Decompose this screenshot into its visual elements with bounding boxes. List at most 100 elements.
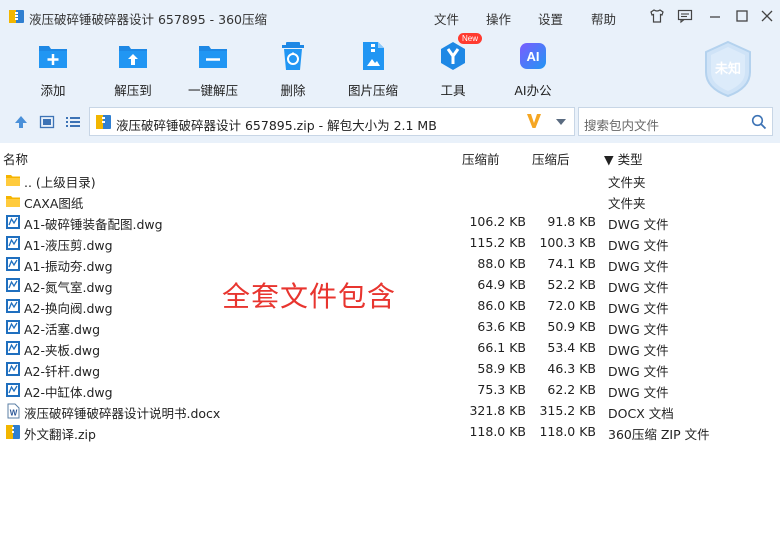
- one-click-extract-label: 一键解压: [187, 83, 238, 98]
- zip-file-icon: [96, 115, 111, 129]
- list-view-icon[interactable]: [65, 114, 81, 130]
- archive-path: 液压破碎锤破碎器设计 657895.zip - 解包大小为 2.1 MB: [116, 118, 437, 133]
- file-type: DWG 文件: [608, 343, 669, 358]
- file-compressed-size: 46.3 KB: [547, 361, 596, 376]
- security-shield-icon[interactable]: 未知: [702, 40, 754, 98]
- file-compressed-size: 52.2 KB: [547, 277, 596, 292]
- add-button[interactable]: 添加: [18, 40, 88, 100]
- file-compressed-size: 315.2 KB: [539, 403, 596, 418]
- file-name: 外文翻译.zip: [24, 427, 96, 442]
- thumbnail-view-icon[interactable]: [39, 114, 55, 130]
- file-row[interactable]: A1-液压剪.dwg 115.2 KB 100.3 KB DWG 文件: [0, 232, 780, 253]
- window-title: 液压破碎锤破碎器设计 657895 - 360压缩: [29, 12, 268, 27]
- close-icon[interactable]: [759, 8, 775, 24]
- file-row[interactable]: W 液压破碎锤破碎器设计说明书.docx 321.8 KB 315.2 KB DOCX …: [0, 400, 780, 421]
- file-type: 文件夹: [608, 175, 646, 190]
- add-label: 添加: [40, 83, 66, 98]
- dwg-file-icon: [5, 214, 21, 230]
- add-icon: [39, 46, 67, 68]
- dwg-file-icon: [5, 340, 21, 356]
- file-name: A1-液压剪.dwg: [24, 238, 113, 253]
- column-type[interactable]: ▼ 类型: [604, 149, 643, 168]
- file-row[interactable]: A2-中缸体.dwg 75.3 KB 62.2 KB DWG 文件: [0, 379, 780, 400]
- file-type: DWG 文件: [608, 301, 669, 316]
- file-type: DWG 文件: [608, 280, 669, 295]
- file-row[interactable]: A2-钎杆.dwg 58.9 KB 46.3 KB DWG 文件: [0, 358, 780, 379]
- file-row[interactable]: A2-夹板.dwg 66.1 KB 53.4 KB DWG 文件: [0, 337, 780, 358]
- file-compressed-size: 62.2 KB: [547, 382, 596, 397]
- menu-file[interactable]: 文件: [434, 9, 459, 28]
- tools-button[interactable]: New 工具: [418, 33, 488, 100]
- file-row[interactable]: .. (上级目录) 文件夹: [0, 169, 780, 190]
- file-type: 文件夹: [608, 196, 646, 211]
- ai-office-label: AI办公: [514, 83, 552, 98]
- svg-text:W: W: [10, 409, 18, 418]
- title-bar: 液压破碎锤破碎器设计 657895 - 360压缩 文件 操作 设置 帮助: [0, 0, 780, 32]
- up-arrow-icon[interactable]: [13, 114, 29, 130]
- dwg-file-icon: [5, 319, 21, 335]
- extract-to-label: 解压到: [114, 83, 152, 98]
- file-compressed-size: 118.0 KB: [539, 424, 596, 439]
- file-row[interactable]: CAXA图纸 文件夹: [0, 190, 780, 211]
- tools-label: 工具: [440, 83, 466, 98]
- file-name: CAXA图纸: [24, 196, 84, 211]
- delete-label: 删除: [280, 83, 306, 98]
- dwg-file-icon: [5, 277, 21, 293]
- extract-to-icon: [119, 46, 147, 68]
- address-bar[interactable]: 液压破碎锤破碎器设计 657895.zip - 解包大小为 2.1 MB: [89, 107, 575, 136]
- search-box[interactable]: 搜索包内文件: [578, 107, 773, 136]
- file-row[interactable]: 外文翻译.zip 118.0 KB 118.0 KB 360压缩 ZIP 文件: [0, 421, 780, 442]
- file-name: A2-活塞.dwg: [24, 322, 101, 337]
- file-name: A2-中缸体.dwg: [24, 385, 113, 400]
- column-packed[interactable]: 压缩前: [462, 149, 500, 168]
- delete-button[interactable]: 删除: [258, 40, 328, 100]
- column-name[interactable]: 名称: [3, 149, 28, 168]
- path-dropdown-icon[interactable]: [556, 119, 566, 125]
- file-name: A2-钎杆.dwg: [24, 364, 101, 379]
- file-compressed-size: 74.1 KB: [547, 256, 596, 271]
- feedback-icon[interactable]: [677, 8, 693, 24]
- one-click-extract-icon: [199, 46, 227, 68]
- file-row[interactable]: A1-振动夯.dwg 88.0 KB 74.1 KB DWG 文件: [0, 253, 780, 274]
- file-type: DWG 文件: [608, 238, 669, 253]
- file-compressed-size: 53.4 KB: [547, 340, 596, 355]
- image-compress-button[interactable]: 图片压缩: [338, 40, 408, 100]
- search-placeholder[interactable]: 搜索包内文件: [584, 115, 659, 134]
- minimize-icon[interactable]: [707, 8, 723, 24]
- one-click-extract-button[interactable]: 一键解压: [178, 40, 248, 100]
- menu-settings[interactable]: 设置: [538, 9, 563, 28]
- skin-shirt-icon[interactable]: [649, 8, 665, 24]
- svg-text:AI: AI: [527, 49, 540, 64]
- ai-office-button[interactable]: AI AI办公: [498, 40, 568, 100]
- menu-operations[interactable]: 操作: [486, 9, 511, 28]
- dwg-file-icon: [5, 256, 21, 272]
- file-compressed-size: 91.8 KB: [547, 214, 596, 229]
- search-icon[interactable]: [751, 114, 767, 130]
- file-type: 360压缩 ZIP 文件: [608, 427, 710, 442]
- menu-help[interactable]: 帮助: [591, 9, 616, 28]
- file-type: DWG 文件: [608, 385, 669, 400]
- file-name: A2-夹板.dwg: [24, 343, 101, 358]
- dwg-file-icon: [5, 382, 21, 398]
- file-name: A1-振动夯.dwg: [24, 259, 113, 274]
- file-type: DWG 文件: [608, 217, 669, 232]
- file-row[interactable]: A2-活塞.dwg 63.6 KB 50.9 KB DWG 文件: [0, 316, 780, 337]
- extract-to-button[interactable]: 解压到: [98, 40, 168, 100]
- dwg-file-icon: [5, 298, 21, 314]
- maximize-icon[interactable]: [734, 8, 750, 24]
- file-row[interactable]: A1-破碎锤装备配图.dwg 106.2 KB 91.8 KB DWG 文件: [0, 211, 780, 232]
- file-name: .. (上级目录): [24, 175, 96, 190]
- file-name: 液压破碎锤破碎器设计说明书.docx: [24, 406, 221, 421]
- file-compressed-size: 72.0 KB: [547, 298, 596, 313]
- file-type: DWG 文件: [608, 364, 669, 379]
- column-size[interactable]: 压缩后: [532, 149, 570, 168]
- delete-icon: [282, 42, 304, 70]
- vip-v-icon[interactable]: [526, 112, 542, 130]
- zip-file-icon: [5, 424, 21, 440]
- file-name: A1-破碎锤装备配图.dwg: [24, 217, 163, 232]
- image-compress-label: 图片压缩: [347, 83, 398, 98]
- file-name: A2-换向阀.dwg: [24, 301, 113, 316]
- shield-label: 未知: [714, 61, 741, 77]
- file-type: DOCX 文档: [608, 406, 674, 421]
- file-compressed-size: 100.3 KB: [539, 235, 596, 250]
